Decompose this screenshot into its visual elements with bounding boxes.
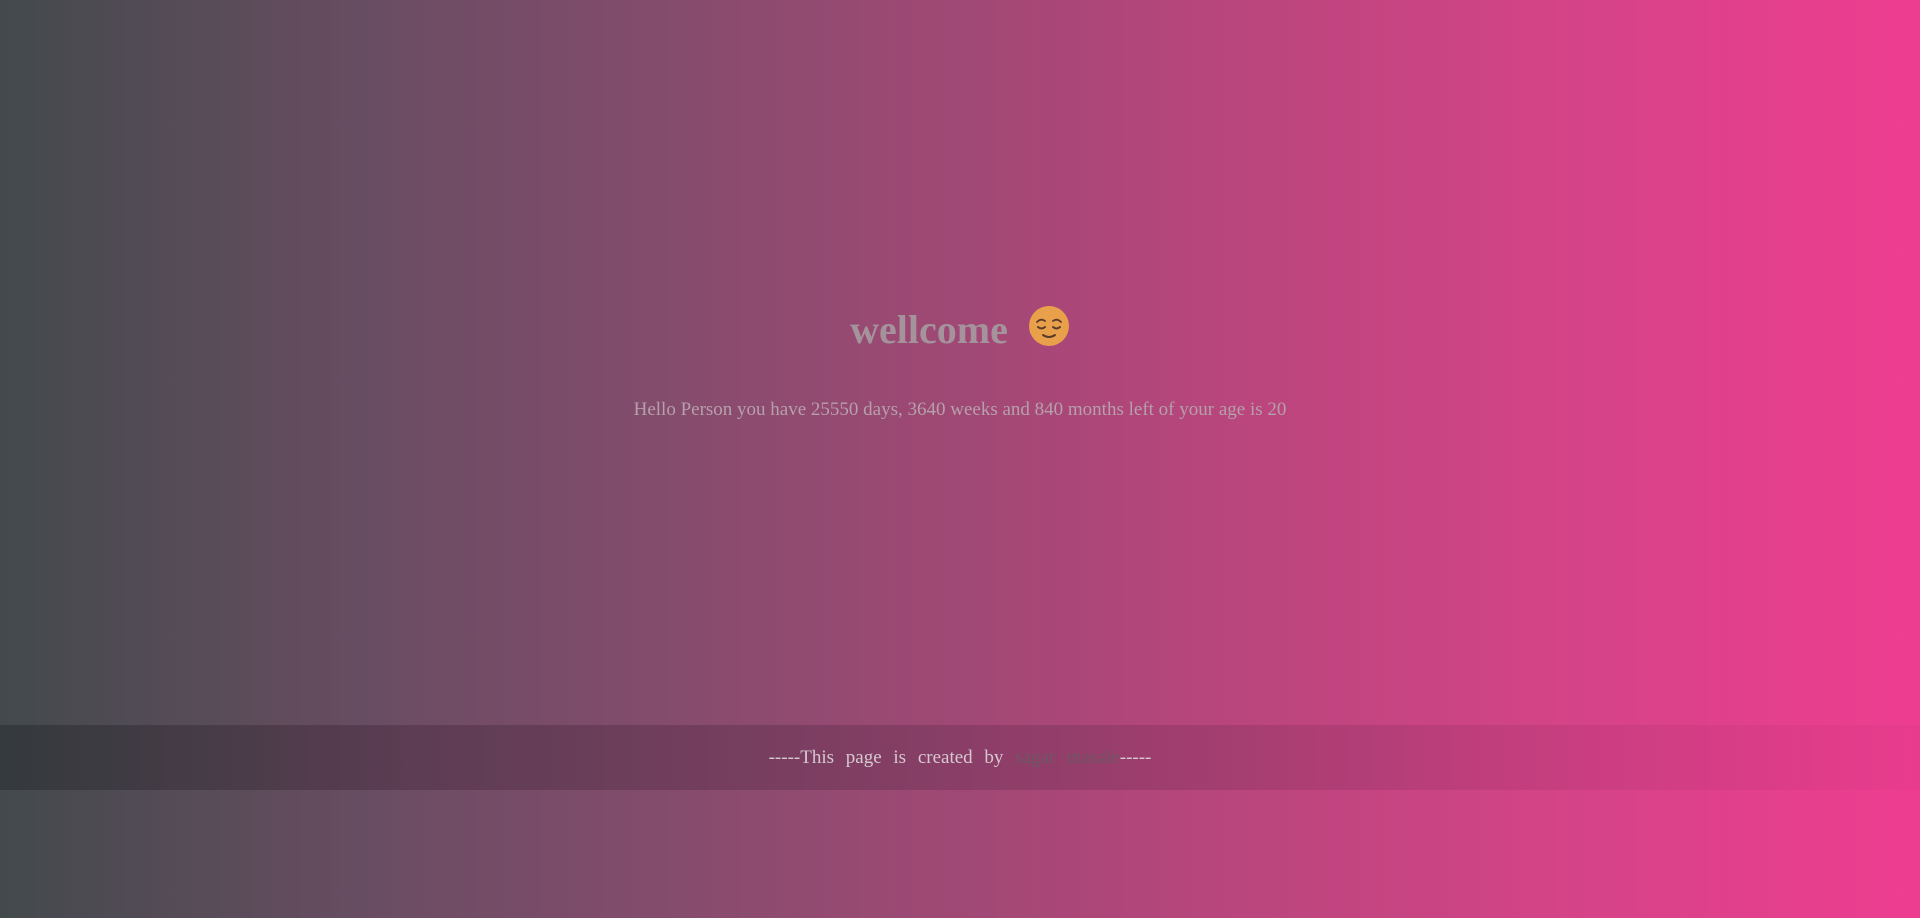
welcome-title-text: wellcome <box>850 307 1008 352</box>
footer-credit-prefix: -----This page is created by <box>768 746 1004 768</box>
age-message: Hello Person you have 25550 days, 3640 w… <box>633 399 1287 420</box>
footer-bar: -----This page is created by sagar masal… <box>0 725 1920 790</box>
relieved-face-emoji-icon <box>1028 306 1069 346</box>
footer-author-name: sagar masale <box>1015 746 1120 768</box>
footer-credit-suffix: ----- <box>1119 746 1152 768</box>
welcome-heading: wellcome <box>0 300 1920 360</box>
